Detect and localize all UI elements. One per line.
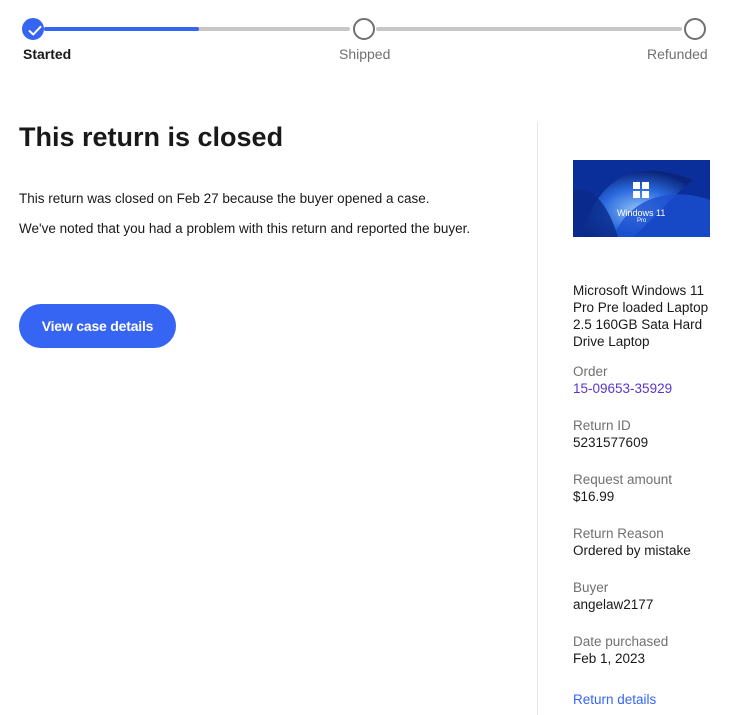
return-id-value: 5231577609 — [573, 435, 649, 450]
closed-reason-text: This return was closed on Feb 27 because… — [19, 191, 430, 206]
progress-fill — [44, 27, 199, 31]
step-shipped-circle — [353, 18, 375, 40]
order-label: Order — [573, 364, 608, 379]
step-label-shipped: Shipped — [339, 46, 391, 62]
date-purchased-value: Feb 1, 2023 — [573, 651, 646, 666]
order-number-link[interactable]: 15-09653-35929 — [573, 380, 672, 397]
step-label-started: Started — [23, 46, 72, 62]
item-thumbnail[interactable]: Windows 11 Pro — [573, 160, 710, 237]
view-case-details-button[interactable]: View case details — [19, 304, 176, 348]
step-refunded-circle — [684, 18, 706, 40]
step-started-check-icon — [22, 18, 44, 40]
return-reason-label: Return Reason — [573, 526, 664, 541]
date-purchased-label: Date purchased — [573, 634, 669, 649]
request-amount-value: $16.99 — [573, 489, 615, 504]
column-divider — [537, 122, 538, 715]
progress-track-segment — [376, 27, 682, 31]
return-status-panel: This return is closed This return was cl… — [19, 118, 519, 348]
return-reason-value: Ordered by mistake — [573, 543, 691, 558]
thumbnail-caption: Windows 11 — [617, 208, 666, 218]
buyer-label: Buyer — [573, 580, 609, 595]
request-amount-label: Request amount — [573, 472, 673, 487]
reported-buyer-text: We've noted that you had a problem with … — [19, 221, 471, 236]
return-progress-tracker: Started Shipped Refunded — [0, 0, 731, 70]
buyer-value: angelaw2177 — [573, 597, 654, 612]
return-details-link[interactable]: Return details — [573, 691, 656, 708]
windows-bloom-image — [573, 160, 710, 237]
item-title: Microsoft Windows 11 Pro Pre loaded Lapt… — [573, 283, 709, 349]
page-title: This return is closed — [19, 122, 284, 152]
step-label-refunded: Refunded — [647, 46, 708, 62]
return-id-label: Return ID — [573, 418, 631, 433]
thumbnail-subcaption: Pro — [637, 218, 647, 224]
